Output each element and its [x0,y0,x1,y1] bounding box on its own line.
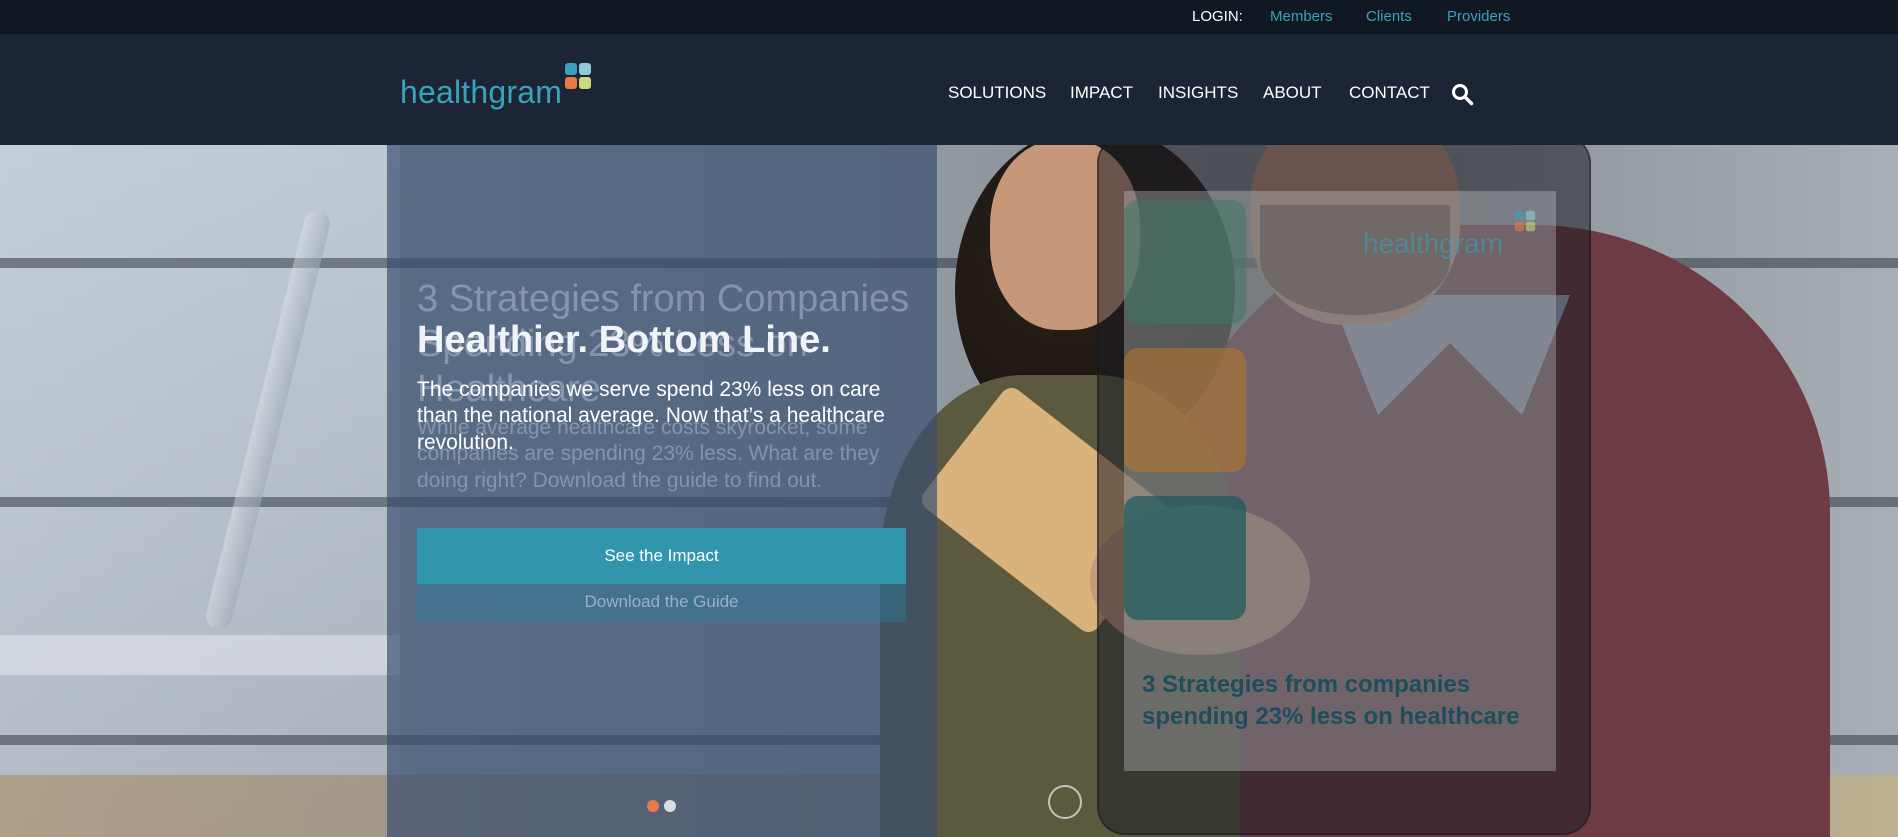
guide-tile [1124,496,1246,620]
login-label: LOGIN: [1192,8,1243,25]
logo-wordmark: healthgram [400,74,563,110]
background-shelf [0,635,400,675]
hero-description: The companies we serve spend 23% less on… [417,378,885,454]
nav-insights[interactable]: INSIGHTS [1158,83,1238,103]
guide-tile [1124,200,1246,324]
nav-solutions[interactable]: SOLUTIONS [948,83,1046,103]
main-header: healthgram SOLUTIONS IMPACT INSIGHTS ABO… [0,34,1898,145]
device-home-button-icon [1048,785,1082,819]
hero-carousel: healthgram 3 Strategies from companies s… [0,145,1898,837]
utility-bar: LOGIN: Members Clients Providers [0,0,1898,34]
guide-tile [1124,348,1246,472]
nav-contact[interactable]: CONTACT [1349,83,1430,103]
carousel-dot-2[interactable] [664,800,676,812]
download-guide-button[interactable]: Download the Guide [417,582,906,622]
search-icon[interactable] [1450,82,1474,106]
guide-logo-wordmark: healthgram [1363,228,1504,259]
background-wall [0,145,400,837]
healthgram-logo[interactable]: healthgram [400,62,600,122]
guide-caption: 3 Strategies from companies spending 23%… [1142,671,1520,731]
nav-impact[interactable]: IMPACT [1070,83,1133,103]
carousel-dot-1[interactable] [647,800,659,812]
providers-login-link[interactable]: Providers [1447,8,1510,25]
hero-title: Healthier. Bottom Line. [417,319,831,361]
clients-login-link[interactable]: Clients [1366,8,1412,25]
guide-logo-mark-icon [1514,210,1536,232]
members-login-link[interactable]: Members [1270,8,1333,25]
logo-mark-icon [565,63,591,89]
nav-about[interactable]: ABOUT [1263,83,1322,103]
see-the-impact-button[interactable]: See the Impact [417,528,906,584]
